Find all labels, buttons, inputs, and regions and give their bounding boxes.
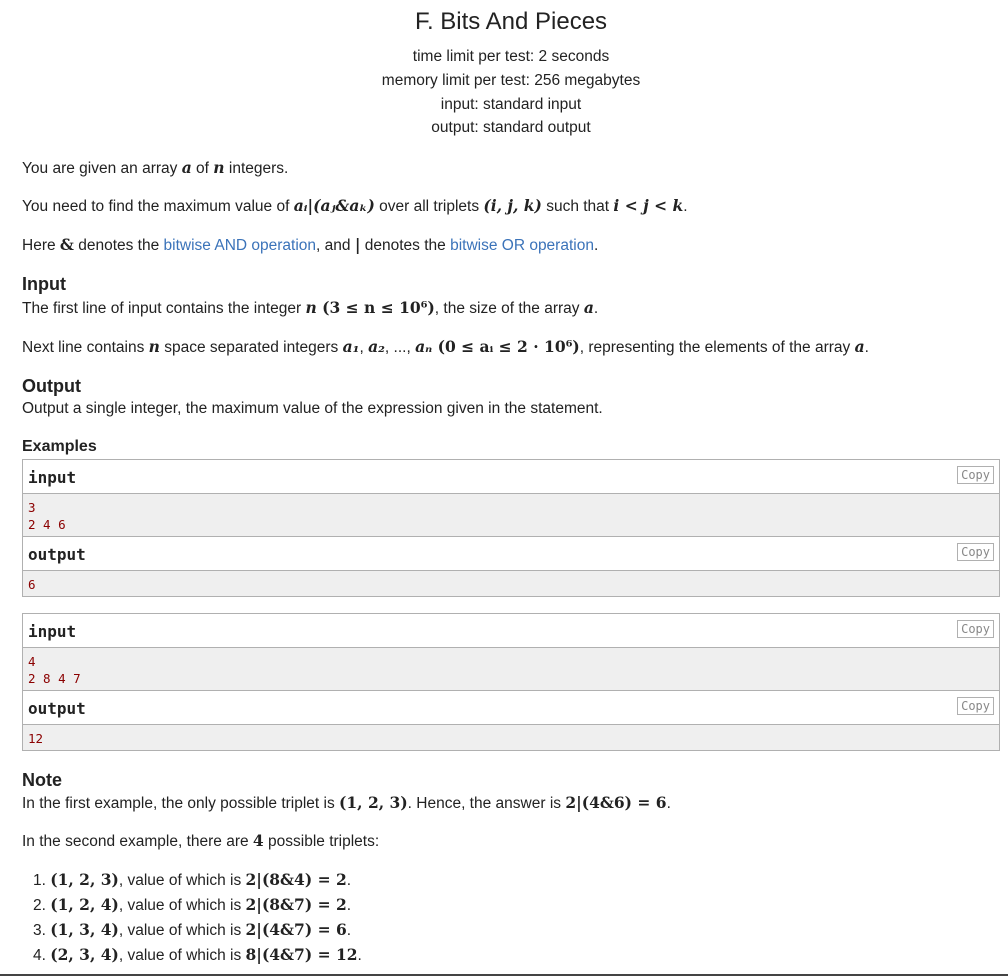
output-text: Output a single integer, the maximum val… xyxy=(22,400,603,417)
bitwise-or-link[interactable]: bitwise OR operation xyxy=(450,237,594,254)
input-line-1: The first line of input contains the int… xyxy=(22,298,599,317)
sample-input: 32 4 6 xyxy=(23,494,999,536)
statement-p1: You are given an array a of n integers. xyxy=(22,158,289,177)
list-item: 4. (2, 3, 4), value of which is 8|(4&7) … xyxy=(33,945,362,964)
bitwise-and-link[interactable]: bitwise AND operation xyxy=(164,237,317,254)
note-heading: Note xyxy=(22,770,62,790)
list-item: 1. (1, 2, 3), value of which is 2|(8&4) … xyxy=(33,870,352,889)
statement-p2: You need to find the maximum value of aᵢ… xyxy=(22,196,688,215)
note-line-2: In the second example, there are 4 possi… xyxy=(22,831,380,850)
input-file: input: standard input xyxy=(440,96,582,113)
triplet-list: 1. (1, 2, 3), value of which is 2|(8&4) … xyxy=(33,868,362,968)
sample-input-label: input xyxy=(28,468,77,487)
sample-input: 42 8 4 7 xyxy=(23,648,999,690)
sample-output-label: output xyxy=(28,545,86,564)
problem-title: F. Bits And Pieces xyxy=(414,8,608,35)
sample-input-label: input xyxy=(28,622,77,641)
memory-limit: memory limit per test: 256 megabytes xyxy=(381,72,641,89)
copy-button[interactable]: Copy xyxy=(957,543,994,561)
examples-heading: Examples xyxy=(22,438,97,455)
copy-button[interactable]: Copy xyxy=(957,620,994,638)
copy-button[interactable]: Copy xyxy=(957,466,994,484)
note-line-1: In the first example, the only possible … xyxy=(22,793,671,812)
statement-p3: Here & denotes the bitwise AND operation… xyxy=(22,235,599,254)
example-1: input Copy 32 4 6 output Copy 6 xyxy=(22,459,1000,597)
sample-output: 6 xyxy=(23,571,999,596)
output-heading: Output xyxy=(22,376,81,396)
page-bottom-border xyxy=(0,974,1008,976)
output-file: output: standard output xyxy=(431,119,591,136)
sample-output: 12 xyxy=(23,725,999,750)
sample-output-label: output xyxy=(28,699,86,718)
input-heading: Input xyxy=(22,274,66,294)
time-limit: time limit per test: 2 seconds xyxy=(412,48,610,65)
list-item: 3. (1, 3, 4), value of which is 2|(4&7) … xyxy=(33,920,352,939)
copy-button[interactable]: Copy xyxy=(957,697,994,715)
list-item: 2. (1, 2, 4), value of which is 2|(8&7) … xyxy=(33,895,352,914)
input-line-2: Next line contains n space separated int… xyxy=(22,337,869,356)
example-2: input Copy 42 8 4 7 output Copy 12 xyxy=(22,613,1000,751)
